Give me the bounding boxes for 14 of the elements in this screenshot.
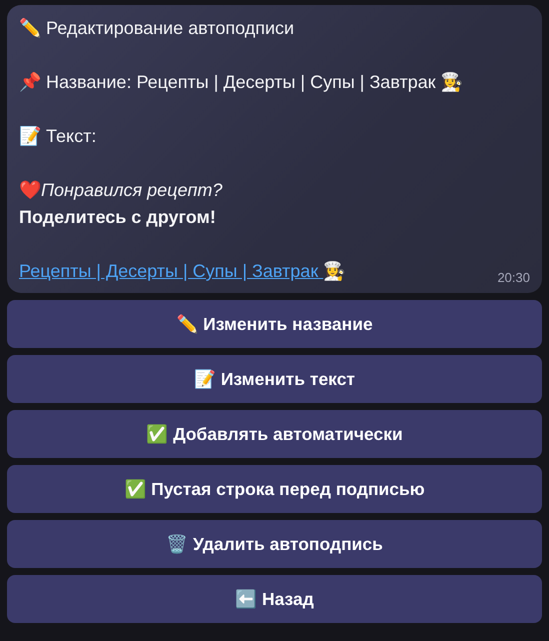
inline-button[interactable]: ⬅ Назад [7,575,542,623]
message-text: 📌 Название: Рецепты | Десерты | Супы | Завтрак 👩‍🍳 [19,71,464,94]
inline-button[interactable]: ✏ Изменить название [7,300,542,348]
cook-emoji: 👩‍🍳 [323,260,346,283]
inline-button[interactable]: 🗑 Удалить автоподпись [7,520,542,568]
message-text: Поделитесь с другом! [19,206,217,229]
hashtag-link[interactable]: Рецепты | Десерты | Супы | Завтрак [19,258,324,285]
inline-button[interactable]: ✅ Пустая строка перед подписью [7,465,542,513]
inline-button[interactable]: ✅ Добавлять автоматически [7,410,542,458]
message-text: ❤Понравился рецепт? [19,179,224,202]
message-text: 📝 Текст: [19,125,98,148]
message-text: ✏ Редактирование автоподписи [19,17,296,40]
inline-button[interactable]: 📝 Изменить текст [7,355,542,403]
message-time: 20:30 [497,270,530,285]
